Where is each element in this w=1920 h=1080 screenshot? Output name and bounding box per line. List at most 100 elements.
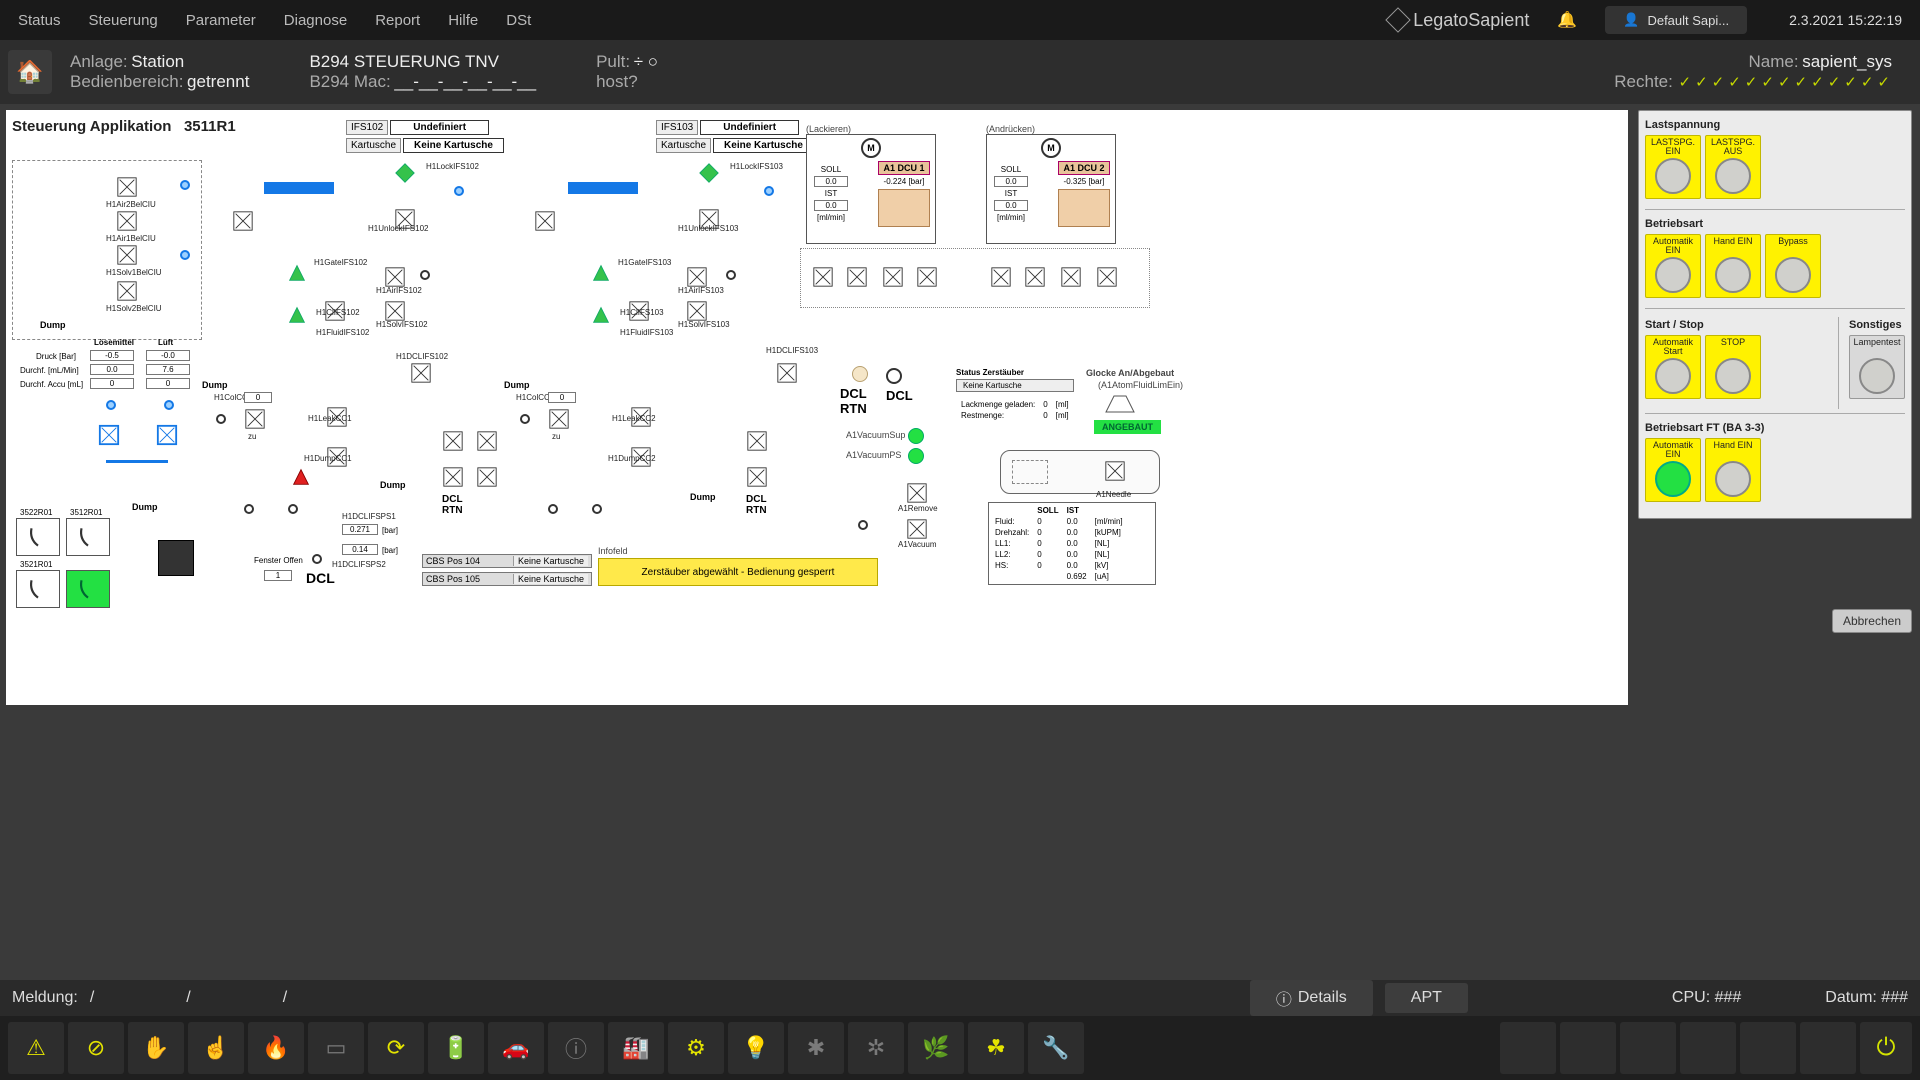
thumb-3521r01[interactable] [16,570,60,608]
valve-generic[interactable] [442,466,464,488]
label-fluid103: H1FluidIFS103 [620,328,673,337]
btn-ft-hand-ein[interactable]: Hand EIN [1705,438,1761,502]
valve-generic[interactable] [686,266,708,288]
btn-lastspg-ein[interactable]: LASTSPG. EIN [1645,135,1701,199]
valve-generic[interactable] [384,300,406,322]
apt-button[interactable]: APT [1385,983,1468,1013]
tool-car-icon[interactable]: 🚗 [488,1022,544,1074]
valve-dcu-row[interactable] [812,266,834,288]
tool-fire-icon[interactable]: 🔥 [248,1022,304,1074]
valve-h1air1[interactable] [116,210,138,232]
tool-leaf-icon[interactable]: ☘ [968,1022,1024,1074]
valve-a1needle[interactable] [1104,460,1126,482]
valve-lock102[interactable] [394,162,416,184]
tool-empty[interactable] [1740,1022,1796,1074]
valve-generic[interactable] [232,210,254,232]
cbs-pos-104[interactable]: CBS Pos 104Keine Kartusche [422,554,592,568]
valve-generic[interactable] [746,466,768,488]
tool-battery-icon[interactable]: 🔋 [428,1022,484,1074]
menu-dst[interactable]: DSt [506,12,531,29]
tool-stop-icon[interactable]: ⊘ [68,1022,124,1074]
tool-empty[interactable] [1800,1022,1856,1074]
power-button[interactable]: ⏻ [1860,1022,1912,1074]
valve-generic[interactable] [442,430,464,452]
dcu2-panel[interactable]: M SOLLIST[ml/min] A1 DCU 2 -0.325 [bar] [986,134,1116,244]
tool-finger-icon[interactable]: ☝ [188,1022,244,1074]
valve-generic[interactable] [746,430,768,452]
tool-empty[interactable] [1620,1022,1676,1074]
valve-generic[interactable] [410,362,432,384]
menu-steuerung[interactable]: Steuerung [89,12,158,29]
cbs-pos-105[interactable]: CBS Pos 105Keine Kartusche [422,572,592,586]
btn-stop[interactable]: STOP [1705,335,1761,399]
btn-ft-automatik-ein[interactable]: Automatik EIN [1645,438,1701,502]
bell-icon[interactable]: 🔔 [1557,10,1577,30]
tool-hand-icon[interactable]: ✋ [128,1022,184,1074]
tool-fan2-icon[interactable]: ✲ [848,1022,904,1074]
details-button[interactable]: ⓘDetails [1250,980,1373,1016]
valve-gate102-green[interactable] [286,262,308,284]
menu-report[interactable]: Report [375,12,420,29]
user-menu[interactable]: 👤 Default Sapi... [1605,6,1747,34]
valve-gate103-green[interactable] [590,262,612,284]
abbrechen-button[interactable]: Abbrechen [1832,609,1912,633]
valve-green-tri[interactable] [286,304,308,326]
tool-cycle-icon[interactable]: ⟳ [368,1022,424,1074]
valve-generic[interactable] [548,408,570,430]
thumb-3522r01[interactable] [16,518,60,556]
tool-chip-icon[interactable]: ▭ [308,1022,364,1074]
btn-lastspg-aus[interactable]: LASTSPG. AUS [1705,135,1761,199]
btn-lampentest[interactable]: Lampentest [1849,335,1905,399]
menu-hilfe[interactable]: Hilfe [448,12,478,29]
valve-green-tri[interactable] [590,304,612,326]
valve-h1solv2[interactable] [116,280,138,302]
valve-lock103[interactable] [698,162,720,184]
home-button[interactable]: 🏠 [8,50,52,94]
dcu1-panel[interactable]: M SOLLIST[ml/min] A1 DCU 1 -0.224 [bar] [806,134,936,244]
valve-h1air2[interactable] [116,176,138,198]
valve-generic[interactable] [686,300,708,322]
valve-generic[interactable] [244,408,266,430]
tool-empty[interactable] [1500,1022,1556,1074]
tool-warning-icon[interactable]: ⚠ [8,1022,64,1074]
btn-bypass[interactable]: Bypass [1765,234,1821,298]
menu-parameter[interactable]: Parameter [186,12,256,29]
valve-dcu-row[interactable] [1060,266,1082,288]
valve-dcu-row[interactable] [846,266,868,288]
tool-plant-icon[interactable]: 🌿 [908,1022,964,1074]
tool-empty[interactable] [1680,1022,1736,1074]
valve-blue-a[interactable] [98,424,120,446]
tool-wrench-icon[interactable]: 🔧 [1028,1022,1084,1074]
valve-generic[interactable] [476,430,498,452]
btn-automatik-ein[interactable]: Automatik EIN [1645,234,1701,298]
valve-generic[interactable] [384,266,406,288]
valve-dcu-row[interactable] [990,266,1012,288]
menu-status[interactable]: Status [18,12,61,29]
tool-info-icon[interactable]: ⓘ [548,1022,604,1074]
dcu2-soll-input[interactable] [994,176,1028,187]
valve-dcu-row[interactable] [882,266,904,288]
tool-fan-icon[interactable]: ✱ [788,1022,844,1074]
valve-dcu-row[interactable] [916,266,938,288]
valve-generic[interactable] [776,362,798,384]
thumb-3512r01[interactable] [66,518,110,556]
valve-dcu-row[interactable] [1024,266,1046,288]
tool-gears-icon[interactable]: ⚙ [668,1022,724,1074]
valve-generic[interactable] [476,466,498,488]
dcu1-soll-input[interactable] [814,176,848,187]
btn-automatik-start[interactable]: Automatik Start [1645,335,1701,399]
menu-diagnose[interactable]: Diagnose [284,12,347,29]
valve-h1solv1[interactable] [116,244,138,266]
tool-empty[interactable] [1560,1022,1616,1074]
tool-factory-icon[interactable]: 🏭 [608,1022,664,1074]
valve-generic[interactable] [534,210,556,232]
valve-a1remove[interactable] [906,482,928,504]
btn-hand-ein[interactable]: Hand EIN [1705,234,1761,298]
valve-a1vacuum[interactable] [906,518,928,540]
valve-blue-b[interactable] [156,424,178,446]
valve-red-tri[interactable] [290,466,312,488]
thumb-active[interactable] [66,570,110,608]
tool-light-icon[interactable]: 💡 [728,1022,784,1074]
fenster-value[interactable]: 1 [264,570,292,581]
valve-dcu-row[interactable] [1096,266,1118,288]
